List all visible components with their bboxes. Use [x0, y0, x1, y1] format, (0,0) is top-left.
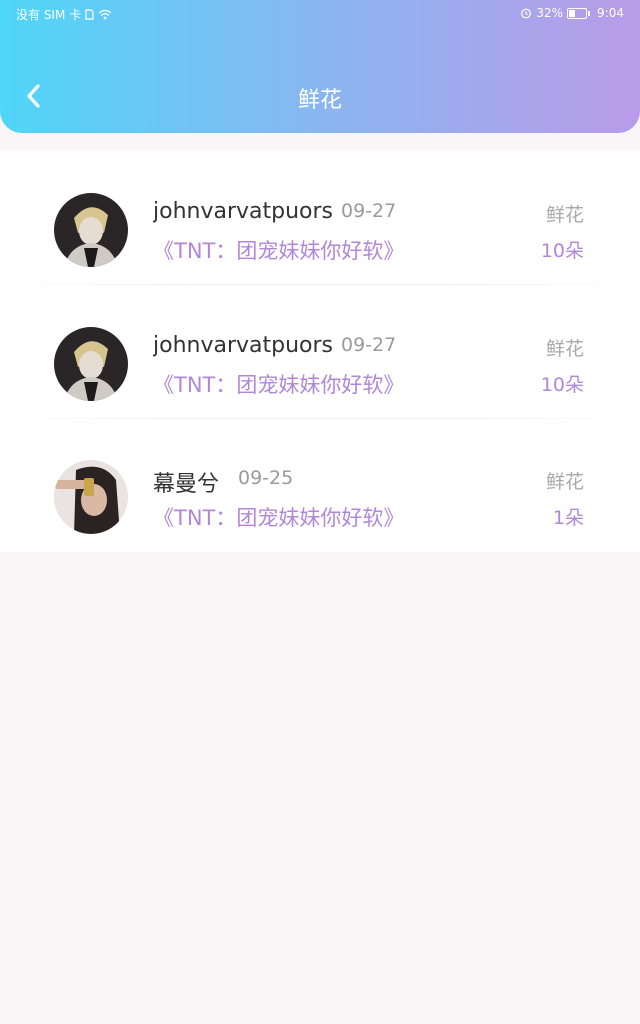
list-item[interactable]: johnvarvatpuors.. 09-27 《TNT：团宠妹妹你好软》 鲜花… [0, 285, 640, 419]
avatar[interactable] [54, 193, 128, 267]
book-title-link[interactable]: 《TNT：团宠妹妹你好软》 [153, 502, 404, 532]
avatar-image [54, 327, 128, 401]
avatar-image [54, 193, 128, 267]
alarm-icon [521, 8, 532, 19]
battery-percent: 32% [536, 6, 564, 20]
gift-type-label: 鲜花 [545, 204, 584, 226]
gift-count: 10朵 [540, 374, 584, 396]
book-title-link[interactable]: 《TNT：团宠妹妹你好软》 [153, 369, 404, 399]
sender-name: johnvarvatpuors.. [153, 333, 333, 358]
battery-icon [567, 7, 588, 19]
page-title: 鲜花 [297, 88, 342, 113]
gift-type-label: 鲜花 [545, 338, 584, 360]
avatar[interactable] [54, 327, 128, 401]
wifi-icon [98, 9, 112, 20]
book-title-link[interactable]: 《TNT：团宠妹妹你好软》 [153, 235, 404, 265]
status-bar: 没有 SIM 卡 32% 9:04 [0, 0, 640, 28]
gift-record-list: johnvarvatpuors.. 09-27 《TNT：团宠妹妹你好软》 鲜花… [0, 151, 640, 552]
sender-name: johnvarvatpuors.. [153, 199, 333, 224]
send-date: 09-27 [341, 200, 397, 222]
sim-icon [85, 9, 94, 20]
sender-name: 幕曼兮 [153, 472, 220, 497]
send-date: 09-25 [238, 467, 294, 489]
battery-tip-icon [588, 10, 591, 16]
status-right: 32% 9:04 [520, 6, 624, 20]
avatar[interactable] [54, 460, 128, 534]
avatar-image [54, 460, 128, 534]
list-item[interactable]: 幕曼兮 09-25 《TNT：团宠妹妹你好软》 鲜花 1朵 [0, 419, 640, 552]
carrier-text: 没有 SIM 卡 [16, 8, 82, 22]
status-left: 没有 SIM 卡 [16, 6, 112, 23]
gift-type-label: 鲜花 [545, 471, 584, 493]
header-bar: 没有 SIM 卡 32% 9:04 鲜花 [0, 0, 640, 133]
list-item[interactable]: johnvarvatpuors.. 09-27 《TNT：团宠妹妹你好软》 鲜花… [0, 151, 640, 285]
gift-count: 1朵 [552, 507, 584, 529]
clock-time: 9:04 [597, 6, 624, 20]
send-date: 09-27 [341, 334, 397, 356]
gift-count: 10朵 [540, 240, 584, 262]
